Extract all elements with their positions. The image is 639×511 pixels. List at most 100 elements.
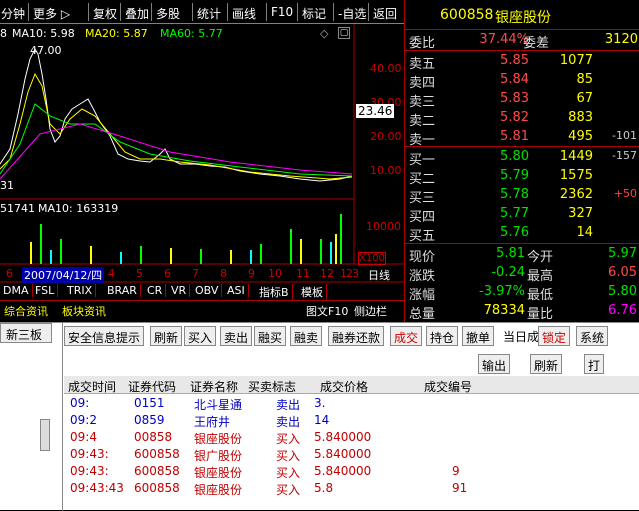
ask-volume: 1077 (559, 53, 593, 68)
stat-label-2: 最低 (527, 288, 554, 303)
cell-code: 0859 (134, 413, 165, 427)
trade-button-6[interactable]: 融券还款 (328, 326, 385, 346)
bid-row[interactable]: 买三 5.78 2362 +50 (405, 186, 639, 206)
indicator-tab-dma[interactable]: DMA (0, 284, 33, 297)
toolbar-item-0[interactable]: 分钟 (1, 5, 25, 22)
x-tick: 4 (108, 267, 115, 280)
webi-value: 37.44% (479, 32, 529, 47)
trade-button-5[interactable]: 融卖 (290, 326, 323, 346)
trade-button-0[interactable]: 安全信息提示 (64, 326, 145, 346)
cell-name: 银广股份 (194, 449, 243, 463)
bottom-tab-right-0[interactable]: 图文F10 (306, 303, 348, 319)
toolbar-item-1[interactable]: 更多 ▷ (33, 5, 70, 22)
low-label: 31 (0, 179, 14, 192)
indicator-tab-vr[interactable]: VR (168, 284, 191, 297)
y-tick-10: 10.00 (370, 164, 402, 177)
refresh-sub-button[interactable]: 刷新 (530, 354, 563, 374)
table-row[interactable]: 09:43: 600858 银座股份 买入 5.840000 9 (64, 464, 639, 480)
column-header[interactable]: 成交编号 (424, 378, 472, 395)
bottom-tab-right-1[interactable]: 侧边栏 (354, 303, 387, 319)
indicator-tab-obv[interactable]: OBV (192, 284, 223, 297)
toolbar-item-3[interactable]: 叠加 (125, 5, 149, 22)
table-row[interactable]: 09:2 0859 王府井 卖出 14 (64, 413, 639, 429)
toolbar-item-5[interactable]: 统计 (197, 5, 221, 22)
indicator-tab-trix[interactable]: TRIX (64, 284, 97, 297)
indicator-tab-指标b[interactable]: 指标B (256, 284, 293, 300)
column-header[interactable]: 证券名称 (190, 378, 238, 395)
cell-price: 5.840000 (314, 447, 372, 461)
scrollbar-thumb[interactable] (40, 419, 50, 451)
trade-button-8[interactable]: 持仓 (426, 326, 459, 346)
output-button[interactable]: 输出 (478, 354, 511, 374)
toolbar-item-6[interactable]: 画线 (232, 5, 256, 22)
cell-flag: 卖出 (276, 398, 301, 412)
column-header[interactable]: 成交价格 (320, 378, 368, 395)
bottom-tab-left-1[interactable]: 板块资讯 (62, 303, 106, 319)
column-header[interactable]: 证券代码 (128, 378, 176, 395)
table-row[interactable]: 09: 0151 北斗星通 卖出 3. (64, 396, 639, 412)
peak-price-label: 47.00 (30, 44, 62, 57)
bottom-tabs: 综合资讯 板块资讯 图文F10 侧边栏 (0, 302, 404, 320)
bid-row[interactable]: 买五 5.76 14 (405, 224, 639, 244)
ask-price: 5.82 (500, 110, 529, 125)
bid-row[interactable]: 买二 5.79 1575 (405, 167, 639, 187)
cell-flag: 买入 (276, 466, 301, 480)
ask-row[interactable]: 卖三 5.83 67 (405, 90, 639, 110)
bottom-tab-left-0[interactable]: 综合资讯 (4, 303, 48, 319)
cell-price: 5.840000 (314, 430, 372, 444)
kline-chart[interactable]: 8 MA10: 5.98 MA20: 5.87 MA60: 5.77 ◇ ▢ 4… (0, 24, 404, 344)
table-row[interactable]: 09:43: 600858 银广股份 买入 5.840000 (64, 447, 639, 463)
cell-name: 银座股份 (194, 466, 243, 480)
x-tick: 3 (352, 267, 359, 280)
toolbar-item-8[interactable]: 标记 (302, 5, 326, 22)
bid-row[interactable]: 买一 5.80 1449 -157 (405, 148, 639, 168)
bid-row[interactable]: 买四 5.77 327 (405, 205, 639, 225)
ask-row[interactable]: 卖四 5.84 85 (405, 71, 639, 91)
indicator-tab-asi[interactable]: ASI (224, 284, 249, 297)
stat-row: 涨跌 -0.24 最高 6.05 (405, 264, 639, 284)
column-header[interactable]: 成交时间 (68, 378, 116, 395)
x-tick: 11 (296, 267, 310, 280)
toolbar-item-4[interactable]: 多股 (156, 5, 180, 22)
period-label[interactable]: 日线 (368, 267, 390, 283)
column-header[interactable]: 买卖标志 (248, 378, 296, 395)
trade-button-4[interactable]: 融买 (254, 326, 287, 346)
trade-button-2[interactable]: 买入 (184, 326, 217, 346)
trade-button-9[interactable]: 撤单 (462, 326, 495, 346)
toolbar-item-7[interactable]: F10 (271, 5, 293, 19)
indicator-tab-brar[interactable]: BRAR (104, 284, 141, 297)
print-button[interactable]: 打 (584, 354, 605, 374)
quote-panel: 600858 银座股份 委比 37.44% 委差 3120 卖五 5.85 1077… (404, 0, 639, 322)
ask-row[interactable]: 卖二 5.82 883 (405, 109, 639, 129)
trade-button-12[interactable]: 系统 (576, 326, 609, 346)
indicator-tab-模板[interactable]: 模板 (298, 284, 327, 300)
bid-price: 5.76 (500, 225, 529, 240)
trade-button-11[interactable]: 锁定 (538, 326, 571, 346)
cell-flag: 买入 (276, 432, 301, 446)
trade-button-7[interactable]: 成交 (390, 326, 423, 346)
y-tick-20: 20.00 (370, 130, 402, 143)
toolbar-item-10[interactable]: 返回 (373, 5, 397, 22)
bid-volume: 327 (568, 206, 593, 221)
x-tick: 10 (268, 267, 282, 280)
volume-label: 51741 (0, 202, 35, 215)
indicator-tab-fsl[interactable]: FSL (32, 284, 59, 297)
x-tick: 8 (220, 267, 227, 280)
trade-button-3[interactable]: 卖出 (220, 326, 253, 346)
cell-price: 14 (314, 413, 330, 427)
sub-toolbar: 输出 刷新 打 (64, 350, 639, 374)
stat-value: 5.81 (496, 246, 525, 261)
table-row[interactable]: 09:43:43 600858 银座股份 买入 5.8 91 (64, 481, 639, 497)
ask-price: 5.83 (500, 91, 529, 106)
ask-volume: 883 (568, 110, 593, 125)
table-row[interactable]: 09:4 00858 银座股份 买入 5.840000 (64, 430, 639, 446)
toolbar-item-2[interactable]: 复权 (93, 5, 117, 22)
tab-new-third-board[interactable]: 新三板 (0, 323, 52, 343)
stat-value-2: 5.80 (608, 284, 637, 299)
bid-volume: 14 (576, 225, 593, 240)
toolbar-item-9[interactable]: -自选 (338, 5, 366, 22)
ask-row[interactable]: 卖五 5.85 1077 (405, 52, 639, 72)
indicator-tab-cr[interactable]: CR (144, 284, 167, 297)
ask-row[interactable]: 卖一 5.81 495 -101 (405, 128, 639, 148)
trade-button-1[interactable]: 刷新 (150, 326, 183, 346)
